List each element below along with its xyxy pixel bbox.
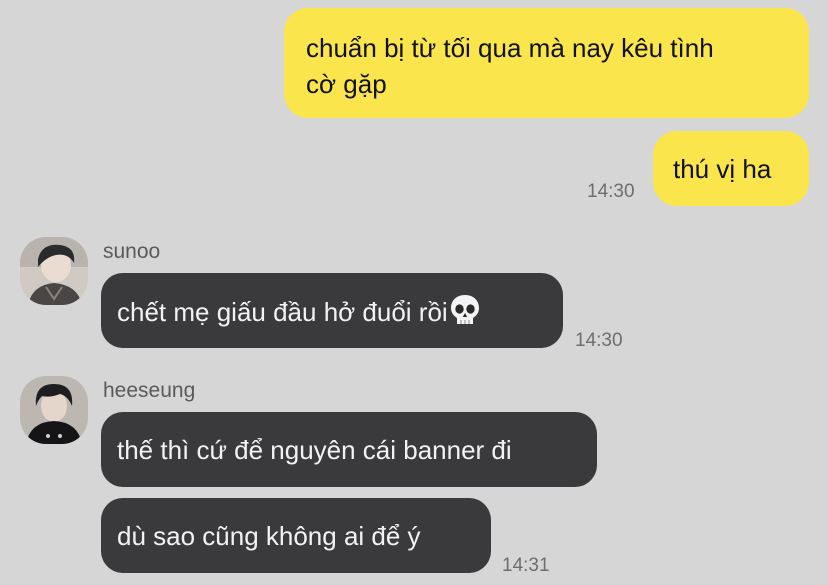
incoming-message-bubble[interactable]: chết mẹ giấu đầu hở đuổi rồi — [101, 273, 563, 348]
message-timestamp: 14:31 — [502, 555, 550, 576]
sender-name: heeseung — [103, 379, 196, 402]
message-text: dù sao cũng không ai để ý — [117, 521, 421, 551]
message-text: chết mẹ giấu đầu hở đuổi rồi — [117, 297, 448, 327]
outgoing-message-bubble[interactable]: chuẩn bị từ tối qua mà nay kêu tình cờ g… — [284, 8, 809, 118]
sender-name: sunoo — [103, 240, 161, 263]
message-timestamp: 14:30 — [587, 181, 635, 202]
incoming-message-bubble[interactable]: dù sao cũng không ai để ý — [101, 498, 491, 573]
avatar-sunoo[interactable] — [20, 237, 88, 305]
message-text: thú vị ha — [673, 154, 772, 184]
chat-area[interactable]: chuẩn bị từ tối qua mà nay kêu tình cờ g… — [0, 0, 828, 585]
message-text: thế thì cứ để nguyên cái banner đi — [117, 435, 512, 465]
message-text-line: chuẩn bị từ tối qua mà nay kêu tình — [306, 33, 714, 63]
avatar-heeseung[interactable] — [20, 376, 88, 444]
message-timestamp: 14:30 — [575, 330, 623, 351]
incoming-message-bubble[interactable]: thế thì cứ để nguyên cái banner đi — [101, 412, 597, 487]
skull-emoji-icon — [449, 293, 481, 336]
avatar-image — [20, 376, 88, 444]
outgoing-message-bubble[interactable]: thú vị ha — [653, 131, 809, 206]
avatar-image — [20, 237, 88, 305]
message-text-line: cờ gặp — [306, 69, 387, 99]
